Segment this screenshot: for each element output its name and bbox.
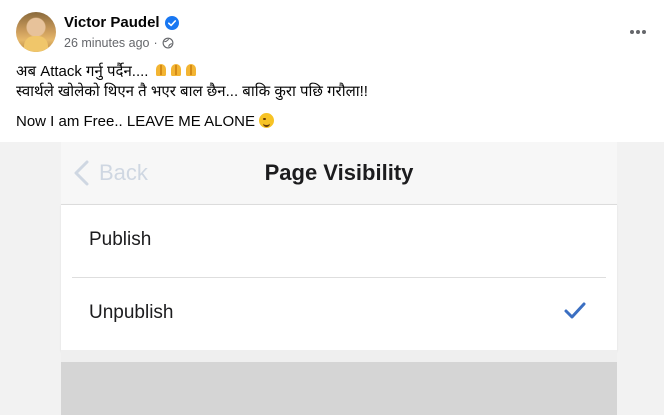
folded-hands-emoji-icon [184,63,198,77]
folded-hands-emoji-icon [169,63,183,77]
page-visibility-title: Page Visibility [264,160,414,185]
post-line-2: स्वार्थले खोलेको थिएन तै भएर बाल छैन... … [16,83,368,100]
option-publish: Publish [61,205,617,278]
option-label: Unpublish [89,302,174,323]
post-meta: 26 minutes ago · [64,36,174,50]
post-timestamp[interactable]: 26 minutes ago [64,36,149,50]
post-line-3: Now I am Free.. LEAVE ME ALONE [16,112,648,132]
post-body: अब Attack गर्नु पर्दैन.... स्वार्थले खोल… [16,62,648,132]
checkmark-icon [564,302,586,319]
avatar[interactable] [16,12,56,52]
author-name[interactable]: Victor Paudel [64,14,160,31]
post-line-1: अब Attack गर्नु पर्दैन.... [16,62,648,82]
nav-bar: Back Page Visibility [61,142,617,204]
author-name-row: Victor Paudel [64,14,179,31]
globe-icon[interactable] [162,37,174,49]
folded-hands-emoji-icon [154,63,168,77]
winking-face-emoji-icon [258,113,274,128]
option-label: Publish [89,229,152,250]
meta-separator: · [153,36,158,50]
attached-screenshot[interactable]: Back Page Visibility Publish Unpublish [0,142,664,415]
verified-badge-icon [164,15,179,30]
empty-area-shade [61,362,617,415]
option-unpublish: Unpublish [61,278,617,350]
post-header: Victor Paudel 26 minutes ago · [16,12,648,54]
visibility-options-list: Publish Unpublish [61,204,617,351]
more-options-icon[interactable] [628,22,648,42]
